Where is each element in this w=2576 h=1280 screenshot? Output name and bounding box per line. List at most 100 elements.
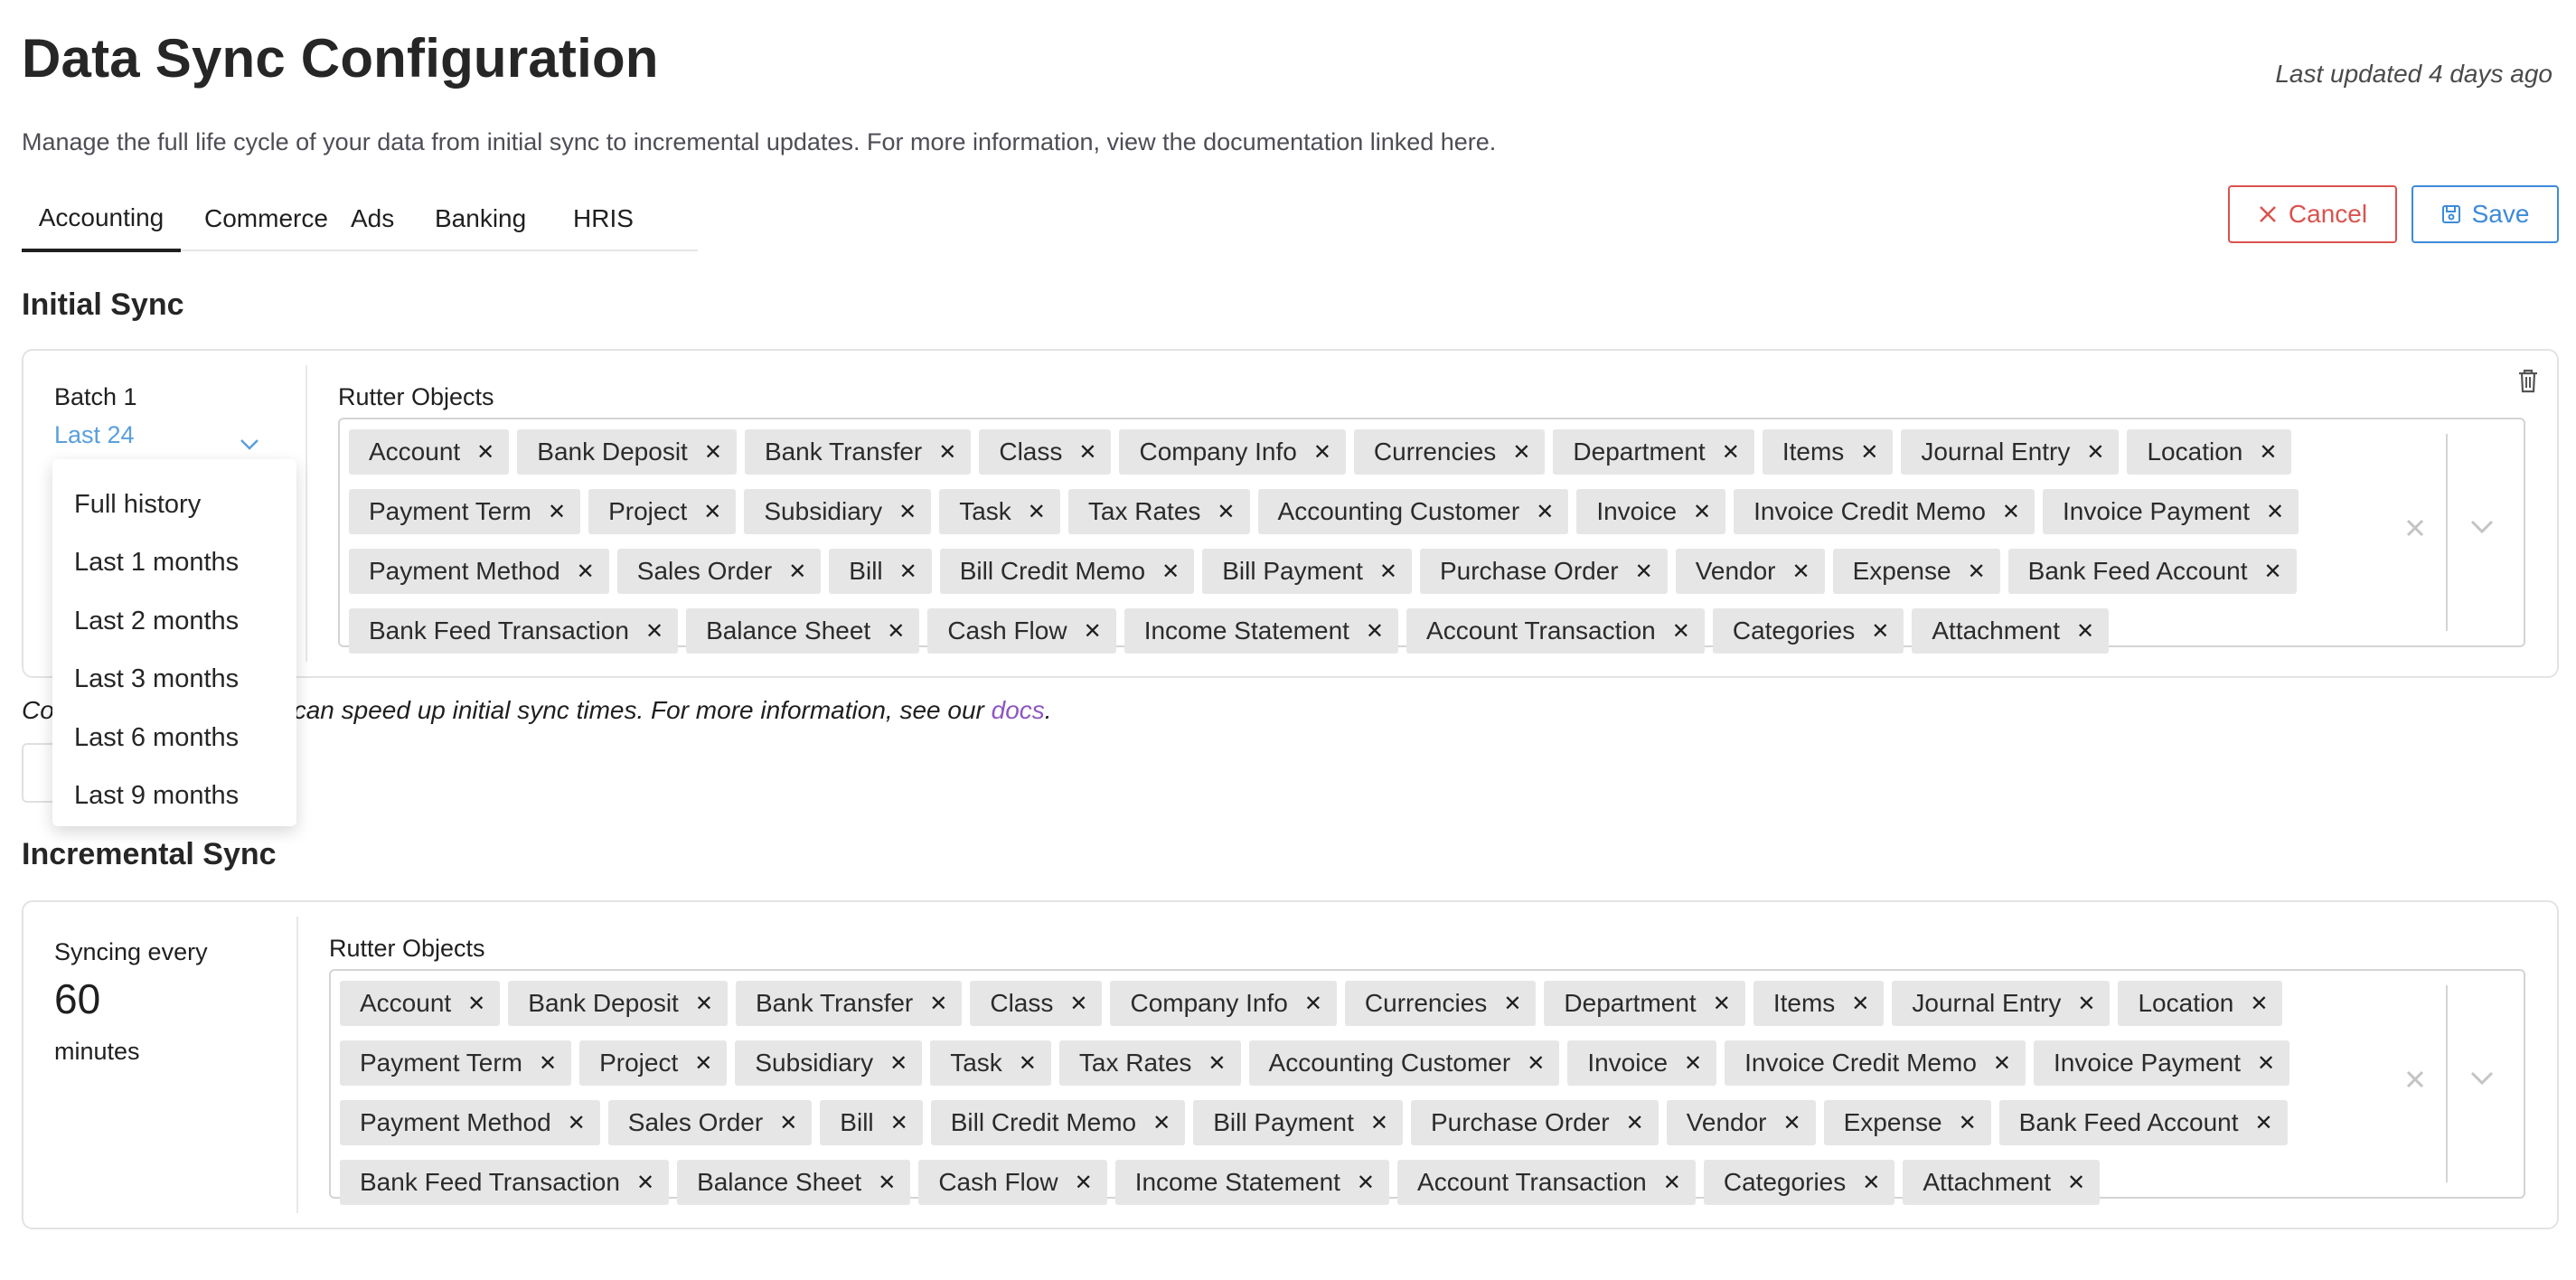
remove-chip-icon[interactable]: ✕ [1019,1050,1037,1077]
remove-chip-icon[interactable]: ✕ [899,559,917,585]
remove-chip-icon[interactable]: ✕ [703,499,721,525]
incremental-objects-multiselect[interactable]: Account ✕ Bank Deposit ✕ Bank Transfer ✕ Class… [329,969,2525,1205]
remove-chip-icon[interactable]: ✕ [1379,559,1397,585]
remove-chip-icon[interactable]: ✕ [1993,1050,2011,1077]
dropdown-option[interactable]: Last 1 months [52,534,296,593]
remove-chip-icon[interactable]: ✕ [887,618,905,645]
remove-chip-icon[interactable]: ✕ [1161,559,1180,585]
remove-chip-icon[interactable]: ✕ [1152,1110,1170,1136]
object-chip: Journal Entry ✕ [1901,429,2120,475]
remove-chip-icon[interactable]: ✕ [1313,439,1331,466]
tab-ads[interactable]: Ads [351,186,435,251]
remove-chip-icon[interactable]: ✕ [788,559,806,585]
remove-chip-icon[interactable]: ✕ [1959,1110,1977,1136]
remove-chip-icon[interactable]: ✕ [1512,439,1530,466]
dropdown-option[interactable]: Last 2 months [52,592,296,651]
remove-chip-icon[interactable]: ✕ [1713,991,1731,1017]
chevron-down-icon[interactable] [2469,519,2495,540]
remove-chip-icon[interactable]: ✕ [1722,439,1740,466]
dropdown-option[interactable]: Last 3 months [52,651,296,710]
remove-chip-icon[interactable]: ✕ [2259,439,2277,466]
remove-chip-icon[interactable]: ✕ [2257,1050,2275,1077]
remove-chip-icon[interactable]: ✕ [1663,1170,1681,1196]
remove-chip-icon[interactable]: ✕ [1860,439,1878,466]
chevron-down-icon[interactable] [239,438,260,456]
remove-chip-icon[interactable]: ✕ [1503,991,1521,1017]
remove-chip-icon[interactable]: ✕ [1366,618,1384,645]
remove-chip-icon[interactable]: ✕ [568,1110,586,1136]
tab-banking[interactable]: Banking [435,186,573,251]
remove-chip-icon[interactable]: ✕ [1635,559,1653,585]
remove-chip-icon[interactable]: ✕ [1536,499,1554,525]
remove-chip-icon[interactable]: ✕ [1084,618,1102,645]
remove-chip-icon[interactable]: ✕ [1862,1170,1880,1196]
docs-link[interactable]: docs [992,696,1045,724]
dropdown-option[interactable]: Last 6 months [52,709,296,767]
remove-chip-icon[interactable]: ✕ [1527,1050,1545,1077]
remove-chip-icon[interactable]: ✕ [2264,559,2282,585]
remove-chip-icon[interactable]: ✕ [1069,991,1087,1017]
remove-chip-icon[interactable]: ✕ [1871,618,1889,645]
remove-chip-icon[interactable]: ✕ [1217,499,1235,525]
remove-chip-icon[interactable]: ✕ [1968,559,1986,585]
remove-chip-icon[interactable]: ✕ [577,559,595,585]
object-chip-label: Account [369,438,461,466]
remove-chip-icon[interactable]: ✕ [2250,991,2268,1017]
tab-accounting[interactable]: Accounting [22,186,181,252]
remove-chip-icon[interactable]: ✕ [704,439,722,466]
remove-chip-icon[interactable]: ✕ [1304,991,1322,1017]
remove-chip-icon[interactable]: ✕ [2266,499,2284,525]
chevron-down-icon[interactable] [2469,1070,2495,1091]
remove-chip-icon[interactable]: ✕ [1078,439,1096,466]
sync-interval-value[interactable]: 60 [54,974,100,1023]
remove-chip-icon[interactable]: ✕ [1851,991,1869,1017]
remove-chip-icon[interactable]: ✕ [645,618,663,645]
remove-chip-icon[interactable]: ✕ [890,1110,908,1136]
remove-chip-icon[interactable]: ✕ [898,499,917,525]
clear-all-icon[interactable] [2404,1068,2426,1095]
initial-objects-multiselect[interactable]: Account ✕ Bank Deposit ✕ Bank Transfer ✕ Class… [338,418,2525,654]
remove-chip-icon[interactable]: ✕ [1208,1050,1226,1077]
object-chip: Bank Transfer ✕ [744,429,972,475]
remove-chip-icon[interactable]: ✕ [636,1170,654,1196]
remove-chip-icon[interactable]: ✕ [1684,1050,1702,1077]
remove-chip-icon[interactable]: ✕ [938,439,956,466]
remove-chip-icon[interactable]: ✕ [2067,1170,2085,1196]
remove-chip-icon[interactable]: ✕ [889,1050,907,1077]
tab-hris[interactable]: HRIS [573,186,663,251]
dropdown-option[interactable]: Full history [52,475,296,534]
remove-chip-icon[interactable]: ✕ [1791,559,1810,585]
remove-chip-icon[interactable]: ✕ [2086,439,2104,466]
remove-chip-icon[interactable]: ✕ [539,1050,557,1077]
remove-chip-icon[interactable]: ✕ [1782,1110,1800,1136]
remove-chip-icon[interactable]: ✕ [1028,499,1046,525]
remove-chip-icon[interactable]: ✕ [2077,991,2095,1017]
remove-chip-icon[interactable]: ✕ [1626,1110,1644,1136]
remove-chip-icon[interactable]: ✕ [476,439,494,466]
remove-chip-icon[interactable]: ✕ [1672,618,1690,645]
clear-all-icon[interactable] [2404,517,2426,543]
remove-chip-icon[interactable]: ✕ [1357,1170,1375,1196]
trash-icon[interactable] [2515,367,2541,399]
remove-chip-icon[interactable]: ✕ [929,991,947,1017]
remove-chip-icon[interactable]: ✕ [779,1110,797,1136]
remove-chip-icon[interactable]: ✕ [2076,618,2094,645]
remove-chip-icon[interactable]: ✕ [548,499,566,525]
remove-chip-icon[interactable]: ✕ [2255,1110,2273,1136]
object-chip: Vendor ✕ [1666,1100,1816,1145]
object-chip: Journal Entry ✕ [1892,981,2111,1026]
remove-chip-icon[interactable]: ✕ [694,1050,712,1077]
save-button[interactable]: Save [2411,185,2559,243]
multiselect-separator [2446,434,2448,631]
tab-commerce[interactable]: Commerce [204,186,351,251]
cancel-button[interactable]: Cancel [2228,185,2397,243]
remove-chip-icon[interactable]: ✕ [1693,499,1711,525]
remove-chip-icon[interactable]: ✕ [1075,1170,1093,1196]
remove-chip-icon[interactable]: ✕ [467,991,485,1017]
remove-chip-icon[interactable]: ✕ [1370,1110,1388,1136]
remove-chip-icon[interactable]: ✕ [695,991,713,1017]
remove-chip-icon[interactable]: ✕ [2002,499,2020,525]
batch-range-select[interactable]: Last 24 [54,421,135,449]
remove-chip-icon[interactable]: ✕ [878,1170,896,1196]
dropdown-option[interactable]: Last 9 months [52,767,296,826]
